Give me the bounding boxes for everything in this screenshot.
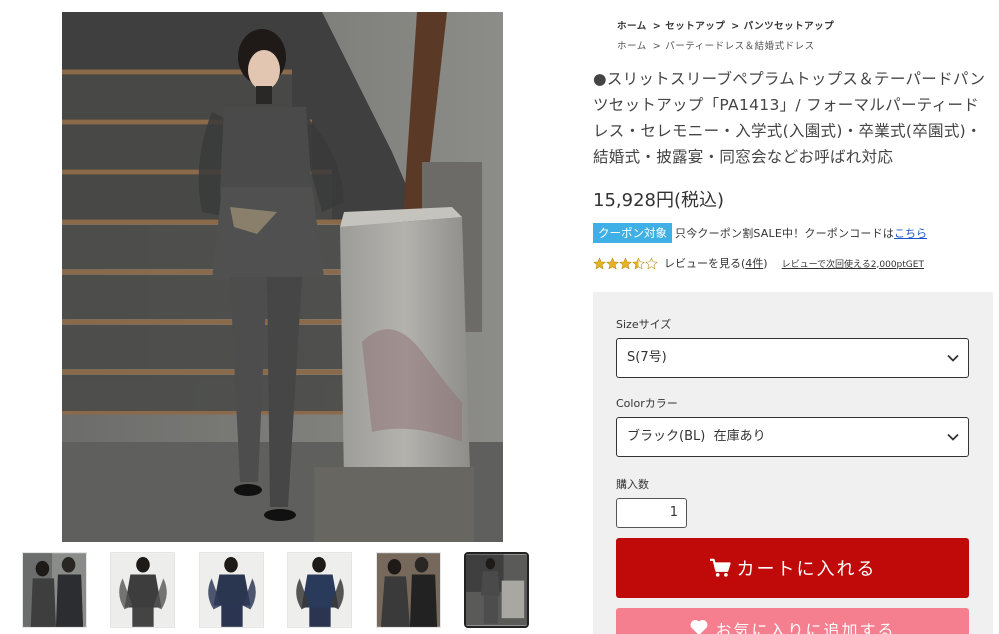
breadcrumb-setup[interactable]: セットアップ (665, 21, 725, 32)
thumbnail-6[interactable] (464, 552, 529, 628)
product-price: 15,928円(税込) (593, 190, 725, 211)
breadcrumb-party-dress[interactable]: パーティードレス＆結婚式ドレス (665, 41, 814, 52)
rating-stars (593, 256, 658, 270)
chevron-down-icon (947, 433, 959, 441)
size-select-value: S(7号) (627, 350, 667, 365)
product-title: ●スリットスリーブペプラムトップス＆テーパードパンツセットアップ「PA1413」… (593, 70, 986, 166)
breadcrumb-home[interactable]: ホーム (617, 41, 647, 52)
cart-icon (709, 558, 731, 577)
review-close-paren: ) (763, 256, 768, 270)
review-label: レビューを見る( (664, 257, 746, 270)
purchase-panel: Sizeサイズ S(7号) Colorカラー ブラック(BL) 在庫あり 購入数… (593, 292, 993, 634)
thumbnail-3[interactable] (199, 552, 264, 628)
quantity-label: 購入数 (616, 478, 649, 491)
coupon-row: クーポン対象 只今クーポン割SALE中！クーポンコードは こちら (593, 223, 927, 243)
review-row: レビューを見る(4件) レビューで次回使える2,000ptGET (593, 254, 924, 272)
add-to-favorites-button[interactable]: お気に入りに追加する (616, 608, 969, 634)
coupon-badge: クーポン対象 (593, 223, 672, 243)
breadcrumb-separator: > (652, 21, 662, 32)
breadcrumb-separator: > (731, 21, 740, 32)
heart-icon (691, 620, 708, 634)
star-full-icon (606, 256, 619, 269)
breadcrumb-home[interactable]: ホーム (617, 21, 647, 32)
add-to-cart-label: カートに入れる (736, 559, 877, 580)
add-to-cart-button[interactable]: カートに入れる (616, 538, 969, 598)
breadcrumb-pants-setup[interactable]: パンツセットアップ (744, 21, 834, 32)
breadcrumb-separator: > (652, 41, 662, 52)
breadcrumb-dress: ホーム > パーティードレス＆結婚式ドレス (617, 38, 815, 52)
breadcrumb-category: ホーム > セットアップ > パンツセットアップ (617, 18, 834, 32)
coupon-text: 只今クーポン割SALE中！クーポンコードは (675, 227, 894, 240)
thumbnail-2[interactable] (110, 552, 175, 628)
thumbnail-5[interactable] (376, 552, 441, 628)
quantity-input[interactable]: 1 (616, 498, 687, 528)
color-label: Colorカラー (616, 397, 678, 410)
color-select[interactable]: ブラック(BL) 在庫あり (616, 417, 969, 457)
star-half-icon (632, 256, 645, 269)
review-count-link[interactable]: 4件 (745, 255, 763, 271)
thumbnail-4[interactable] (287, 552, 352, 628)
star-full-icon (619, 256, 632, 269)
main-product-photo (62, 12, 503, 542)
color-select-value: ブラック(BL) 在庫あり (627, 429, 766, 444)
star-full-icon (593, 256, 606, 269)
thumbnail-1[interactable] (22, 552, 87, 628)
star-empty-icon (645, 256, 658, 269)
add-to-favorites-label: お気に入りに追加する (715, 621, 896, 634)
thumbnail-strip (22, 552, 532, 630)
chevron-down-icon (947, 354, 959, 362)
coupon-link[interactable]: こちら (894, 225, 927, 241)
review-point-link[interactable]: レビューで次回使える2,000ptGET (782, 257, 924, 270)
size-select[interactable]: S(7号) (616, 338, 969, 378)
size-label: Sizeサイズ (616, 318, 672, 331)
